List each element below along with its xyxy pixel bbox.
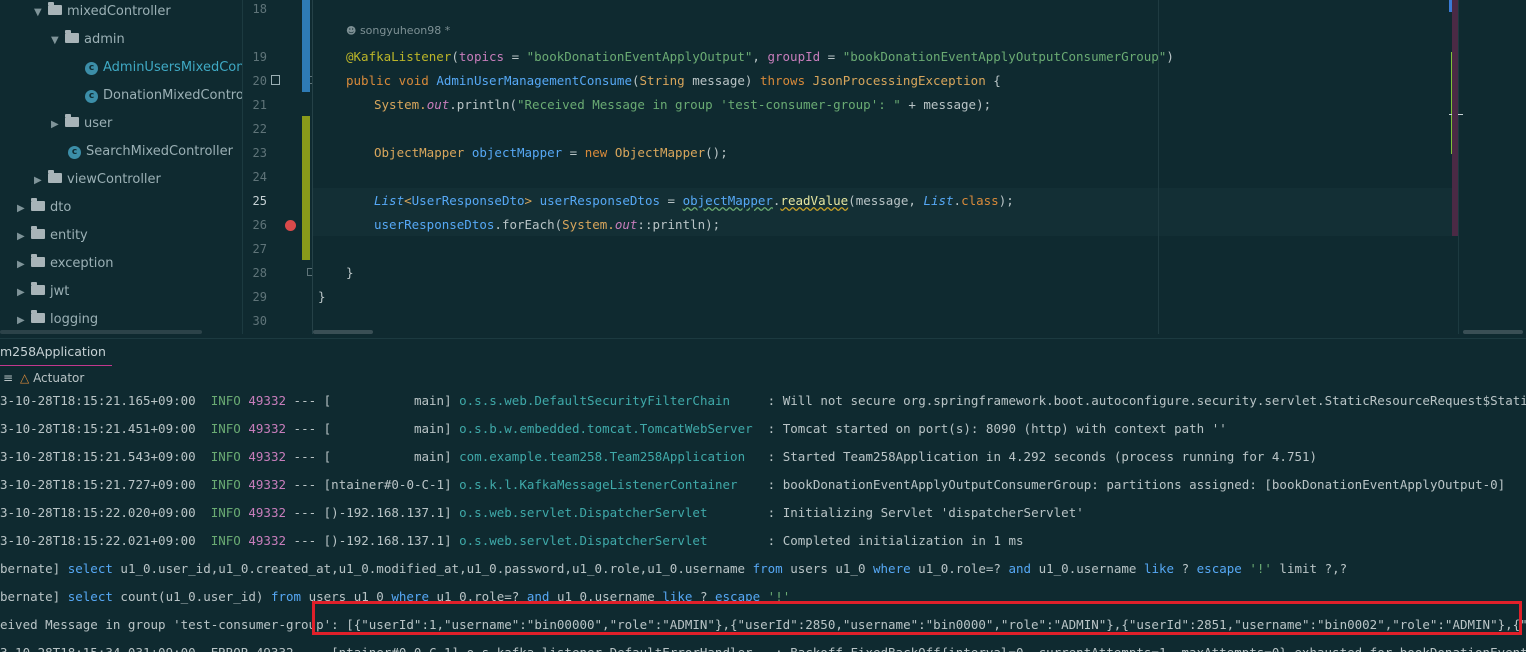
code-line-19[interactable]: @KafkaListener(topics = "bookDonationEve… [346,45,1174,69]
folder-icon [31,254,45,267]
chevron-down-icon[interactable]: ▼ [34,1,48,25]
tree-item-viewcontroller[interactable]: ▶ viewController [34,168,161,196]
line-number: 24 [252,170,267,184]
code-line-26[interactable]: userResponseDtos.forEach(System.out::pri… [374,213,720,237]
line-number: 22 [252,122,267,136]
line-number: 23 [252,146,267,160]
class-icon: c [68,145,81,159]
tree-item-exception[interactable]: ▶ exception [17,252,114,280]
code-line-23[interactable]: ObjectMapper objectMapper = new ObjectMa… [374,141,728,165]
implementation-icon[interactable] [271,75,280,85]
line-number: 26 [252,218,267,232]
class-icon: c [85,89,98,103]
folder-icon [31,198,45,211]
red-annotation-box [312,601,1522,635]
editor-gutter[interactable]: 18 19 20 21 22 23 24 25 26 27 28 29 30 [242,0,315,334]
tree-item-entity[interactable]: ▶ entity [17,224,88,252]
line-number: 29 [252,290,267,304]
chevron-right-icon[interactable]: ▶ [17,197,31,221]
folder-icon [65,30,79,43]
console-menu-icon[interactable]: ≡ [3,366,17,390]
log-line: 3-10-28T18:15:21.543+09:00 INFO 49332 --… [0,449,1318,464]
code-line-20[interactable]: public void AdminUserManagementConsume(S… [346,69,1001,93]
chevron-right-icon[interactable]: ▶ [17,253,31,277]
log-line: 3-10-28T18:15:22.021+09:00 INFO 49332 --… [0,533,1024,548]
line-number: 30 [252,314,267,328]
line-number: 18 [252,2,267,16]
tree-item-dto[interactable]: ▶ dto [17,196,71,224]
class-icon: c [85,61,98,75]
run-tab-application[interactable]: m258Application [0,339,112,367]
tree-item-mixedcontroller[interactable]: ▼ mixedController [34,0,171,28]
vertical-scroll-thumb[interactable] [1452,0,1458,236]
line-number: 21 [252,98,267,112]
tree-item-searchmixedcontroller[interactable]: c SearchMixedController [68,140,233,168]
chevron-right-icon[interactable]: ▶ [51,113,65,137]
folder-icon [31,282,45,295]
tree-item-donationmixedcontroller[interactable]: cDonationMixedController [85,84,242,112]
tree-item-adminusersmixedcontroller[interactable]: cAdminUsersMixedControll [85,56,242,84]
author-hint: ☻ songyuheon98 * [346,24,451,37]
code-line-28[interactable]: } [346,261,354,285]
chevron-right-icon[interactable]: ▶ [17,225,31,249]
folder-icon [31,310,45,323]
tree-horizontal-scrollbar[interactable] [0,330,202,334]
chevron-down-icon[interactable]: ▼ [51,29,65,53]
error-log-line-partial: 3-10-28T18:15:34.031+09:00 ERROR 49332 -… [0,642,1526,652]
chevron-right-icon[interactable]: ▶ [17,281,31,305]
code-line-25[interactable]: List<UserResponseDto> userResponseDtos =… [374,189,1014,213]
log-line: 3-10-28T18:15:21.451+09:00 INFO 49332 --… [0,421,1227,436]
folder-icon [65,114,79,127]
log-line: 3-10-28T18:15:21.165+09:00 INFO 49332 --… [0,393,1526,408]
line-number: 19 [252,50,267,64]
sql-log-line: bernate] select u1_0.user_id,u1_0.create… [0,561,1348,576]
folder-icon [48,2,62,15]
actuator-icon: △ [20,371,30,385]
line-number: 28 [252,266,267,280]
code-line-29[interactable]: } [318,285,326,309]
log-line: 3-10-28T18:15:21.727+09:00 INFO 49332 --… [0,477,1506,492]
line-number: 27 [252,242,267,256]
log-line: 3-10-28T18:15:22.020+09:00 INFO 49332 --… [0,505,1084,520]
code-editor[interactable]: ☻ songyuheon98 * @KafkaListener(topics =… [312,0,1459,334]
editor-right-scrollbar[interactable] [1449,0,1526,334]
folder-icon [31,226,45,239]
chevron-right-icon[interactable]: ▶ [34,169,48,193]
breakpoint-icon[interactable] [285,220,296,231]
run-tool-window-header: m258Application [0,338,1526,367]
run-toolbar: ≡ △ Actuator [0,366,1526,390]
tree-item-admin[interactable]: ▼ admin [51,28,125,56]
person-icon: ☻ [346,26,357,37]
line-number: 20 [252,74,267,88]
actuator-tab[interactable]: △ Actuator [20,366,84,390]
vcs-modified-marker[interactable] [302,0,310,92]
tree-item-jwt[interactable]: ▶ jwt [17,280,69,308]
ide-top-area: ▼ mixedController ▼ admin c AdminUsersMixed… [0,0,1526,334]
horizontal-scroll-thumb[interactable] [1463,330,1523,334]
folder-icon [48,170,62,183]
project-tree[interactable]: ▼ mixedController ▼ admin c AdminUsersMixed… [0,0,242,334]
code-line-21[interactable]: System.out.println("Received Message in … [374,93,991,117]
code-horizontal-scrollbar[interactable] [313,330,373,334]
vcs-added-marker[interactable] [302,116,310,260]
line-number-current: 25 [252,194,267,208]
tree-item-user[interactable]: ▶ user [51,112,112,140]
